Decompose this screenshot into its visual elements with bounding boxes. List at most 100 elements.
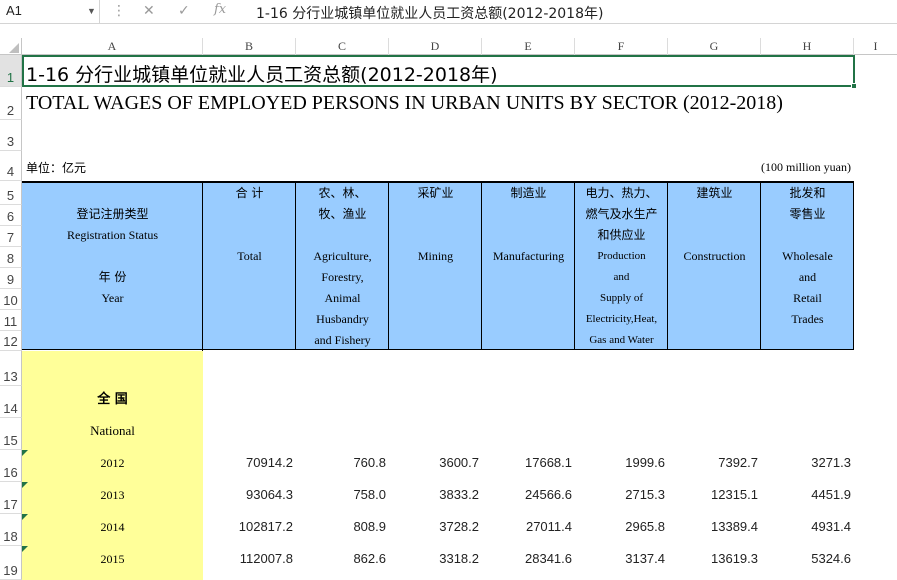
table-cell[interactable]: 70914.2: [203, 455, 293, 470]
table-cell[interactable]: 12315.1: [668, 487, 758, 502]
heading-en: and: [798, 270, 817, 284]
heading-en: Animal: [324, 291, 361, 305]
table-cell[interactable]: 4931.4: [761, 519, 851, 534]
column-header-c[interactable]: C: [296, 38, 389, 55]
heading-cn: 电力、热力、: [585, 186, 658, 200]
name-box-value: A1: [6, 3, 22, 18]
row-header-6[interactable]: 6: [0, 205, 22, 226]
table-cell[interactable]: 3833.2: [389, 487, 479, 502]
column-heading-construction[interactable]: 建筑业 Construction: [668, 183, 761, 267]
heading-cn: 农、林、: [318, 186, 367, 200]
row-header-5[interactable]: 5: [0, 181, 22, 205]
name-box[interactable]: A1 ▼: [0, 0, 100, 24]
stub-header[interactable]: 登记注册类型 Registration Status 年 份 Year: [22, 204, 203, 309]
table-cell[interactable]: 28341.6: [482, 551, 572, 566]
table-cell[interactable]: 862.6: [296, 551, 386, 566]
formula-input[interactable]: 1-16 分行业城镇单位就业人员工资总额(2012-2018年): [256, 3, 603, 23]
table-cell[interactable]: 3137.4: [575, 551, 665, 566]
row-header-19[interactable]: 19: [0, 546, 22, 580]
column-header-g[interactable]: G: [668, 38, 761, 55]
table-row-year[interactable]: 2015: [22, 552, 203, 567]
heading-cn: 牧、渔业: [318, 207, 367, 221]
row-header-7[interactable]: 7: [0, 226, 22, 247]
heading-en: and Fishery: [314, 333, 371, 347]
row-header-12[interactable]: 12: [0, 331, 22, 351]
column-heading-wholesale[interactable]: 批发和 零售业 Wholesale and Retail Trades: [761, 183, 854, 330]
column-header-b[interactable]: B: [203, 38, 296, 55]
fill-handle[interactable]: [851, 83, 857, 89]
table-cell[interactable]: 2715.3: [575, 487, 665, 502]
column-heading-manufacturing[interactable]: 制造业 Manufacturing: [482, 183, 575, 267]
table-row-year[interactable]: 2012: [22, 456, 203, 471]
table-cell[interactable]: 1999.6: [575, 455, 665, 470]
table-cell[interactable]: 760.8: [296, 455, 386, 470]
heading-cn: 燃气及水生产: [585, 207, 658, 221]
chevron-down-icon[interactable]: ▼: [87, 6, 96, 16]
formula-bar: A1 ▼ ⋮ ✕ ✓ fx 1-16 分行业城镇单位就业人员工资总额(2012-…: [0, 0, 897, 24]
unit-label-cn[interactable]: 单位：亿元: [26, 159, 86, 176]
column-heading-total[interactable]: 合 计 Total: [203, 183, 296, 267]
row-header-17[interactable]: 17: [0, 482, 22, 514]
column-heading-agriculture[interactable]: 农、林、 牧、渔业 Agriculture, Forestry, Animal …: [296, 183, 389, 351]
row-header-9[interactable]: 9: [0, 268, 22, 289]
table-cell[interactable]: 102817.2: [203, 519, 293, 534]
table-cell[interactable]: 5324.6: [761, 551, 851, 566]
heading-en: Mining: [417, 249, 454, 263]
row-header-15[interactable]: 15: [0, 418, 22, 450]
table-cell[interactable]: 808.9: [296, 519, 386, 534]
national-label-cn[interactable]: 全 国: [22, 388, 203, 407]
table-cell[interactable]: 758.0: [296, 487, 386, 502]
select-all-button[interactable]: [0, 38, 22, 55]
table-cell[interactable]: 112007.8: [203, 551, 293, 566]
row-header-2[interactable]: 2: [0, 87, 22, 120]
cancel-icon[interactable]: ✕: [143, 2, 155, 19]
row-header-11[interactable]: 11: [0, 310, 22, 331]
row-header-13[interactable]: 13: [0, 351, 22, 386]
unit-label-en[interactable]: (100 million yuan): [761, 160, 851, 175]
table-cell[interactable]: 13389.4: [668, 519, 758, 534]
row-header-10[interactable]: 10: [0, 289, 22, 310]
table-title-en[interactable]: TOTAL WAGES OF EMPLOYED PERSONS IN URBAN…: [26, 92, 783, 115]
table-cell[interactable]: 24566.6: [482, 487, 572, 502]
confirm-icon[interactable]: ✓: [178, 2, 190, 19]
column-header-i[interactable]: I: [854, 38, 897, 55]
row-header-18[interactable]: 18: [0, 514, 22, 546]
heading-en: Electricity,Heat,: [585, 313, 658, 325]
heading-en: Gas and Water: [589, 334, 654, 346]
row-header-3[interactable]: 3: [0, 120, 22, 151]
table-cell[interactable]: 7392.7: [668, 455, 758, 470]
table-cell[interactable]: 3600.7: [389, 455, 479, 470]
row-header-16[interactable]: 16: [0, 450, 22, 482]
table-cell[interactable]: 3271.3: [761, 455, 851, 470]
heading-en: Husbandry: [316, 312, 369, 326]
national-label-en[interactable]: National: [22, 423, 203, 439]
heading-cn: 合 计: [235, 186, 264, 200]
column-header-d[interactable]: D: [389, 38, 482, 55]
row-header-14[interactable]: 14: [0, 386, 22, 418]
row-header-4[interactable]: 4: [0, 151, 22, 181]
table-cell[interactable]: 27011.4: [482, 519, 572, 534]
table-title-cn[interactable]: 1-16 分行业城镇单位就业人员工资总额(2012-2018年): [26, 60, 498, 87]
table-row-year[interactable]: 2013: [22, 488, 203, 503]
table-cell[interactable]: 13619.3: [668, 551, 758, 566]
column-header-a[interactable]: A: [22, 38, 203, 55]
table-cell[interactable]: 3318.2: [389, 551, 479, 566]
column-heading-utilities[interactable]: 电力、热力、 燃气及水生产 和供应业 Production and Supply…: [575, 183, 668, 351]
row-header-1[interactable]: 1: [0, 55, 22, 87]
table-cell[interactable]: 3728.2: [389, 519, 479, 534]
insert-function-icon[interactable]: fx: [214, 2, 226, 17]
table-cell[interactable]: 4451.9: [761, 487, 851, 502]
column-header-f[interactable]: F: [575, 38, 668, 55]
heading-en: Wholesale: [782, 249, 833, 263]
table-row-year[interactable]: 2014: [22, 520, 203, 535]
table-cell[interactable]: 93064.3: [203, 487, 293, 502]
column-heading-mining[interactable]: 采矿业 Mining: [389, 183, 482, 267]
column-header-h[interactable]: H: [761, 38, 854, 55]
table-cell[interactable]: 17668.1: [482, 455, 572, 470]
column-header-e[interactable]: E: [482, 38, 575, 55]
heading-en: Agriculture,: [313, 249, 372, 263]
stub-header-year-en: Year: [101, 291, 124, 305]
row-header-8[interactable]: 8: [0, 247, 22, 268]
table-cell[interactable]: 2965.8: [575, 519, 665, 534]
more-options-icon[interactable]: ⋮: [112, 2, 126, 19]
